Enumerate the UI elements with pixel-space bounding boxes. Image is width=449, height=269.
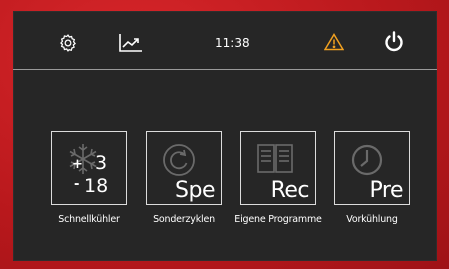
tile-vorkuehlung[interactable]: Pre bbox=[334, 131, 410, 205]
clock-icon bbox=[351, 144, 383, 176]
program-tiles: + - 3 18 Schnellkühler Spe Sonderzyklen bbox=[13, 131, 437, 241]
cycle-icon bbox=[163, 144, 195, 176]
tile-abbr-spe: Spe bbox=[175, 178, 215, 203]
tile-abbr-rec: Rec bbox=[270, 178, 310, 203]
book-icon bbox=[257, 144, 293, 173]
tile-label-vorkuehlung: Vorkühlung bbox=[346, 214, 398, 225]
tile-eigene-programme[interactable]: Rec bbox=[240, 131, 316, 205]
tile-schnellkuehler[interactable]: + - 3 18 bbox=[51, 131, 127, 205]
clock-time: 11:38 bbox=[215, 36, 250, 50]
tile-sonderzyklen[interactable]: Spe bbox=[146, 131, 222, 205]
upper-temp: 3 bbox=[95, 152, 108, 174]
lower-temp: 18 bbox=[84, 175, 109, 197]
gear-icon[interactable] bbox=[58, 33, 78, 53]
tile-label-schnellkuehler: Schnellkühler bbox=[58, 214, 120, 225]
power-icon[interactable] bbox=[383, 31, 405, 53]
control-screen: 11:38 + - 3 18 Schnellkühler Spe Sonderz… bbox=[13, 11, 437, 261]
plus-sign: + bbox=[72, 157, 83, 172]
top-bar: 11:38 bbox=[13, 11, 437, 70]
warning-icon[interactable] bbox=[324, 33, 344, 51]
tile-abbr-pre: Pre bbox=[369, 178, 404, 203]
chart-icon[interactable] bbox=[119, 34, 143, 52]
minus-sign: - bbox=[74, 177, 80, 192]
